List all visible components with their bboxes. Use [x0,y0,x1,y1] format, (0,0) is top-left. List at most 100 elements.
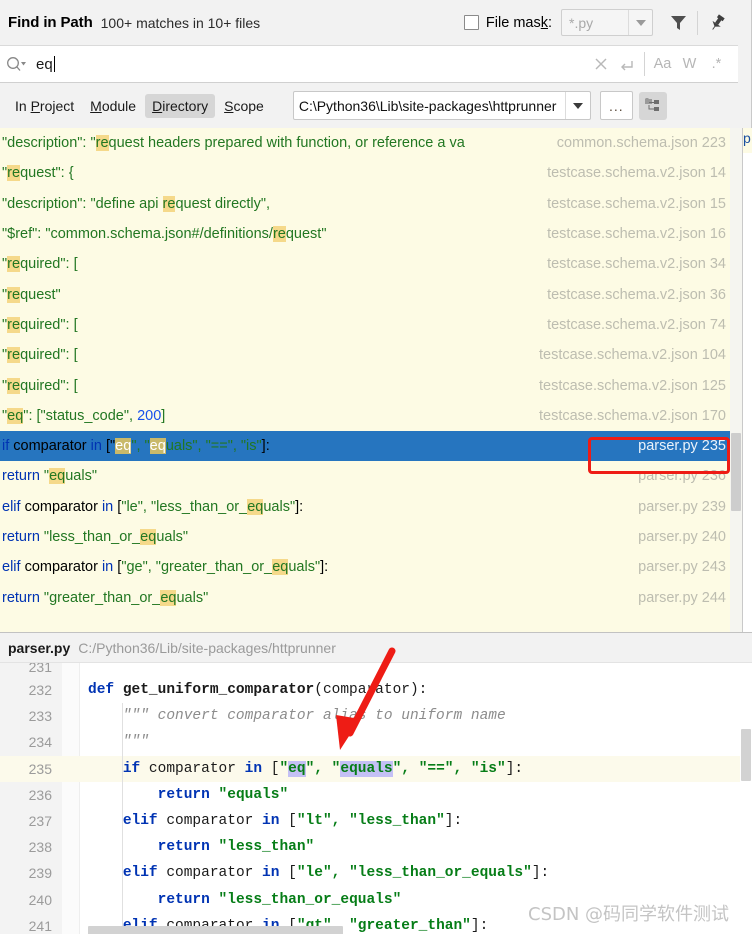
result-row-location: testcase.schema.v2.json 125 [539,377,726,394]
scope-tab-in-project[interactable]: In Project [8,94,81,118]
file-mask-chevron-down-icon[interactable] [628,10,652,35]
preview-file-name: parser.py [8,639,71,656]
code-editor[interactable]: 231 232 def get_uniform_comparator(compara… [0,663,752,934]
project-tree-icon[interactable] [638,91,667,120]
pin-icon[interactable] [702,8,732,38]
result-row[interactable]: return "equals" parser.py 236 [0,461,730,491]
result-row-text: return "less_than_or_equals" [2,529,189,545]
code-line-number: 234 [28,734,52,751]
directory-path-combo[interactable]: C:\Python36\Lib\site-packages\httprunner [292,91,591,120]
result-row-text: "required": [ [2,347,78,364]
result-row[interactable]: "request" testcase.schema.v2.json 36 [0,279,730,309]
right-panel-body [743,153,752,632]
code-line-number: 240 [28,891,52,908]
directory-path-value: C:\Python36\Lib\site-packages\httprunner [298,97,557,114]
results-scrollbar[interactable] [730,128,742,632]
browse-button[interactable]: ... [599,91,633,120]
code-scrollbar[interactable] [740,663,752,934]
result-row-location: common.schema.json 223 [556,135,726,152]
result-row[interactable]: if comparator in ["eq", "equals", "==", … [0,430,730,462]
code-line-number: 231 [28,663,52,675]
search-input[interactable]: eq [36,55,55,73]
result-row-text: elif comparator in ["le", "less_than_or_… [2,498,304,515]
code-line-number: 233 [28,708,52,725]
code-horizontal-scrollbar[interactable] [88,926,343,934]
result-row[interactable]: "eq": ["status_code", 200] testcase.schem… [0,401,730,431]
code-line-number: 239 [28,865,52,882]
code-line[interactable]: 238 return "less_than" [0,834,752,861]
preview-file-path: C:/Python36/Lib/site-packages/httprunner [78,639,336,656]
right-edge-panel: p [742,128,752,632]
close-x-icon[interactable] [588,49,614,79]
result-row-location: parser.py 244 [638,589,726,606]
result-row[interactable]: "required": [testcase.schema.v2.json 34 [0,249,730,279]
code-line[interactable]: 235 if comparator in ["eq", "equals", "=… [0,755,752,782]
scope-tab-scope[interactable]: Scope [217,94,271,118]
results-scrollbar-thumb[interactable] [731,433,741,511]
code-scrollbar-thumb[interactable] [741,729,751,781]
match-summary: 100+ matches in 10+ files [100,14,261,31]
code-line-number: 241 [28,917,52,934]
result-row[interactable]: return "less_than_or_equals" parser.py 24… [0,522,730,552]
code-line[interactable]: 236 return "equals" [0,781,752,808]
result-row-text: "description": "define api request direc… [2,195,271,212]
result-row-location: testcase.schema.v2.json 34 [547,256,726,273]
result-row[interactable]: "request": { testcase.schema.v2.json 14 [0,158,730,188]
path-chevron-down-icon[interactable] [564,92,590,119]
file-mask-value: *.py [569,14,594,31]
result-row[interactable]: "required": [testcase.schema.v2.json 104 [0,340,730,370]
result-row[interactable]: "description": "request headers prepared… [0,128,730,158]
csdn-watermark: CSDN @码同学软件测试 [528,904,730,925]
result-row[interactable]: "required": [testcase.schema.v2.json 125 [0,370,730,400]
code-line[interactable]: 233 """ convert comparator alias to unif… [0,703,752,730]
result-row-location: parser.py 239 [638,498,726,515]
search-row: eq Aa W .* [0,45,738,83]
search-results-list[interactable]: "description": "request headers prepared… [0,128,730,632]
code-line-text: """ convert comparator alias to uniform … [88,708,506,725]
filter-funnel-icon[interactable] [663,8,693,38]
result-row-text: return "greater_than_or_equals" [2,589,209,606]
result-row-location: testcase.schema.v2.json 14 [547,165,726,182]
code-line-number: 238 [28,839,52,856]
result-row-location: testcase.schema.v2.json 74 [547,316,726,333]
code-line-text: def get_uniform_comparator(comparator): [88,682,428,698]
return-arrow-icon[interactable] [614,49,640,79]
code-line-text: return "less_than_or_equals" [157,891,402,908]
scope-tab-module[interactable]: Module [83,94,143,118]
code-line-text: """ [88,734,149,751]
search-input-value: eq [36,55,53,73]
right-panel-glyph: p [743,130,751,146]
code-line[interactable]: 234 """ [0,729,752,756]
result-row-text: "request": { [2,165,74,182]
regex-toggle[interactable]: .* [703,50,730,78]
code-line-text: elif comparator in ["lt", "less_than"]: [122,812,463,829]
scope-tab-directory[interactable]: Directory [145,93,216,118]
page-title: Find in Path [8,14,93,31]
code-line[interactable]: 231 [0,663,752,677]
code-line[interactable]: 232 def get_uniform_comparator(comparator… [0,677,752,703]
result-row-location: parser.py 240 [638,529,726,545]
match-case-toggle[interactable]: Aa [649,50,676,78]
whole-words-toggle[interactable]: W [676,50,703,78]
result-row-location: testcase.schema.v2.json 15 [547,195,726,212]
file-mask-combo[interactable]: *.py [561,9,653,36]
result-row-location: testcase.schema.v2.json 16 [547,226,726,243]
code-line[interactable]: 239 elif comparator in ["le", "less_than… [0,860,752,887]
result-row[interactable]: elif comparator in ["le", "less_than_or_… [0,492,730,522]
magnifier-dropdown-icon[interactable] [6,55,27,73]
window-header: Find in Path 100+ matches in 10+ files F… [0,0,738,45]
result-row[interactable]: "$ref": "common.schema.json#/definitions… [0,219,730,249]
header-divider [697,10,698,35]
find-in-path-window: Find in Path 100+ matches in 10+ files F… [0,0,752,934]
code-line[interactable]: 237 elif comparator in ["lt", "less_than… [0,807,752,835]
preview-header: parser.py C:/Python36/Lib/site-packages/… [0,633,752,663]
result-row[interactable]: "required": [testcase.schema.v2.json 74 [0,310,730,340]
code-line-text: return "equals" [157,786,289,803]
result-row[interactable]: elif comparator in ["ge", "greater_than_… [0,552,730,582]
result-row[interactable]: return "greater_than_or_equals" parser.py… [0,582,730,612]
code-preview-panel: parser.py C:/Python36/Lib/site-packages/… [0,632,752,934]
file-mask-checkbox[interactable] [463,15,479,30]
code-line-number: 235 [28,760,52,777]
search-divider [644,52,645,76]
result-row[interactable]: "description": "define api request direc… [0,189,730,219]
